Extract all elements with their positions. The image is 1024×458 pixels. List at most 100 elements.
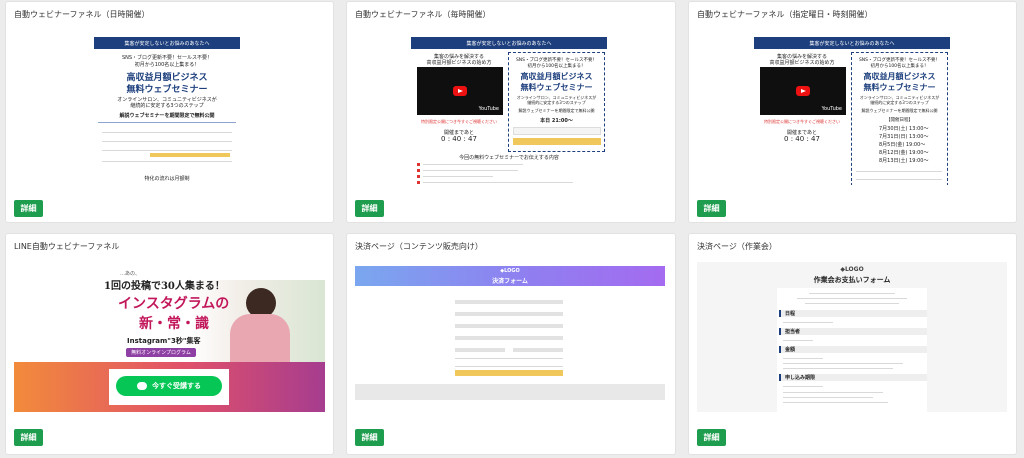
list-line xyxy=(423,176,493,177)
form-submit xyxy=(513,138,601,145)
form-field xyxy=(455,348,505,352)
form-field xyxy=(455,300,563,304)
schedule-item: 8月13日(土) 19:00～ xyxy=(879,158,929,164)
preview-thumbnail[interactable]: 集客が安定しないとお悩みのあなたへ SNS・ブログ更新不要！セールス不要！ 初月… xyxy=(94,37,240,185)
section-line xyxy=(783,322,833,323)
youtube-logo: YouTube xyxy=(821,106,842,112)
check-icon xyxy=(417,181,420,184)
tagline: 初月から100名以上集まる！ xyxy=(527,64,586,69)
countdown: 0 : 40 : 47 xyxy=(784,135,820,143)
intro-line xyxy=(809,293,895,294)
detail-button[interactable]: 詳細 xyxy=(14,200,43,217)
divider xyxy=(98,122,236,123)
check-icon xyxy=(417,163,420,166)
section-line xyxy=(783,368,893,369)
list-line xyxy=(423,164,523,165)
form-title: 決済フォーム xyxy=(492,278,528,285)
card-title: 自動ウェビナーファネル（日時開催） xyxy=(14,10,150,19)
schedule-item: 8月12日(金) 19:00～ xyxy=(879,150,929,156)
card-webinar-hourly: 自動ウェビナーファネル（毎時開催） 集客が安定しないとお悩みのあなたへ 集客の悩… xyxy=(347,2,675,222)
logo: ◆LOGO xyxy=(500,268,520,274)
detail-button[interactable]: 詳細 xyxy=(355,200,384,217)
detail-button[interactable]: 詳細 xyxy=(697,200,726,217)
subheadline: Instagram"3秒"集客 xyxy=(127,337,201,345)
main-headline: 新・常・識 xyxy=(139,316,209,332)
preview-thumbnail[interactable]: …あの、 1回の投稿で30人集まる！ インスタグラムの 新・常・識 Instag… xyxy=(14,266,325,412)
video-player: YouTube xyxy=(760,67,846,115)
subtext: 継続的に安定する3つのステップ xyxy=(130,103,204,109)
email-field xyxy=(513,127,601,135)
section-header: 金額 xyxy=(779,346,927,353)
card-payment-work: 決済ページ（作業会） ◆LOGO 作業会お支払いフォーム 日程 担当者 金額 申… xyxy=(689,234,1016,454)
card-payment-content: 決済ページ（コンテンツ販売向け） ◆LOGO 決済フォーム 詳細 xyxy=(347,234,675,454)
video-caption: 高収益月額ビジネスの始め方 xyxy=(426,60,492,66)
banner: 集客が安定しないとお悩みのあなたへ xyxy=(754,37,950,49)
schedule-title: 【開催日程】 xyxy=(886,118,913,123)
headline: 無料ウェブセミナー xyxy=(126,85,208,95)
card-title: 自動ウェビナーファネル（毎時開催） xyxy=(355,10,491,19)
preview-thumbnail[interactable]: 集客が安定しないとお悩みのあなたへ 集客の悩みを解決する 高収益月額ビジネスの始… xyxy=(754,37,950,185)
form-line xyxy=(856,179,942,180)
tagline: 初月から100名以上集まる！ xyxy=(870,64,929,69)
time-label: 本日 21:00～ xyxy=(540,118,573,124)
section-line xyxy=(783,340,813,341)
preview-thumbnail[interactable]: 集客が安定しないとお悩みのあなたへ 集客の悩みを解決する 高収益月額ビジネスの始… xyxy=(411,37,607,185)
banner: 集客が安定しないとお悩みのあなたへ xyxy=(411,37,607,49)
main-headline: インスタグラムの xyxy=(118,296,230,312)
notice: 特別限定公開につき今すぐご視聴ください xyxy=(764,119,840,124)
card-title: 自動ウェビナーファネル（指定曜日・時刻開催） xyxy=(697,10,873,19)
form-field xyxy=(455,324,563,328)
video-player: YouTube xyxy=(417,67,503,115)
cta-text: 解説ウェブセミナーを期間限定で無料公開 xyxy=(861,108,938,113)
payment-submit-button xyxy=(455,370,563,376)
list-line xyxy=(423,170,518,171)
line-cta-button[interactable]: 今すぐ受講する xyxy=(116,376,222,396)
play-icon xyxy=(453,86,467,96)
detail-button[interactable]: 詳細 xyxy=(14,429,43,446)
form-field xyxy=(455,312,563,316)
subtext: 継続的に安定する3つのステップ xyxy=(527,100,586,105)
footer-text: 特化の流れは月額制 xyxy=(144,176,190,182)
detail-button[interactable]: 詳細 xyxy=(697,429,726,446)
video-caption: 高収益月額ビジネスの始め方 xyxy=(769,60,835,66)
section-line xyxy=(783,363,903,364)
check-icon xyxy=(417,175,420,178)
section-header: 担当者 xyxy=(779,328,927,335)
card-webinar-daily: 自動ウェビナーファネル（日時開催） 集客が安定しないとお悩みのあなたへ SNS・… xyxy=(6,2,333,222)
line-icon xyxy=(137,382,147,390)
form-divider xyxy=(455,358,563,359)
schedule-item: 8月5日(金) 19:00～ xyxy=(879,142,926,148)
cta-text: 解説ウェブセミナーを期間限定で無料公開 xyxy=(518,108,595,113)
play-icon xyxy=(796,86,810,96)
preview-thumbnail[interactable]: ◆LOGO 決済フォーム xyxy=(355,266,665,402)
card-title: 決済ページ（コンテンツ販売向け） xyxy=(355,242,483,251)
form-line xyxy=(856,171,942,172)
subtext: 継続的に安定する3つのステップ xyxy=(870,100,929,105)
check-icon xyxy=(417,169,420,172)
form-title: 作業会お支払いフォーム xyxy=(813,276,891,284)
card-title: LINE自動ウェビナーファネル xyxy=(14,242,120,251)
detail-button[interactable]: 詳細 xyxy=(355,429,384,446)
cta-label: 今すぐ受講する xyxy=(152,382,201,390)
tagline: 初月から100名以上集まる！ xyxy=(134,62,200,68)
headline: 高収益月額ビジネス xyxy=(863,72,936,81)
headline: 高収益月額ビジネス xyxy=(520,72,593,81)
schedule-item: 7月30日(土) 13:00～ xyxy=(879,126,929,132)
section-line xyxy=(783,397,873,398)
logo: ◆LOGO xyxy=(840,266,864,273)
section-header: 日程 xyxy=(779,310,927,317)
notice: 特別限定公開につき今すぐご視聴ください xyxy=(421,119,497,124)
intro-line xyxy=(797,298,907,299)
tagline: SNS・ブログ更新不要！セールス不要！ xyxy=(121,55,213,61)
form-field xyxy=(455,336,563,340)
section-line xyxy=(783,386,823,387)
form-line xyxy=(102,141,232,142)
form-line xyxy=(102,161,232,162)
preview-thumbnail[interactable]: ◆LOGO 作業会お支払いフォーム 日程 担当者 金額 申し込み期限 xyxy=(697,262,1007,412)
card-webinar-weekday: 自動ウェビナーファネル（指定曜日・時刻開催） 集客が安定しないとお悩みのあなたへ… xyxy=(689,2,1016,222)
form-field xyxy=(513,348,563,352)
form-divider xyxy=(455,366,563,367)
schedule-item: 7月31日(日) 13:00～ xyxy=(879,134,929,140)
list-line xyxy=(423,182,573,183)
catch-copy: 1回の投稿で30人集まる！ xyxy=(104,281,225,292)
